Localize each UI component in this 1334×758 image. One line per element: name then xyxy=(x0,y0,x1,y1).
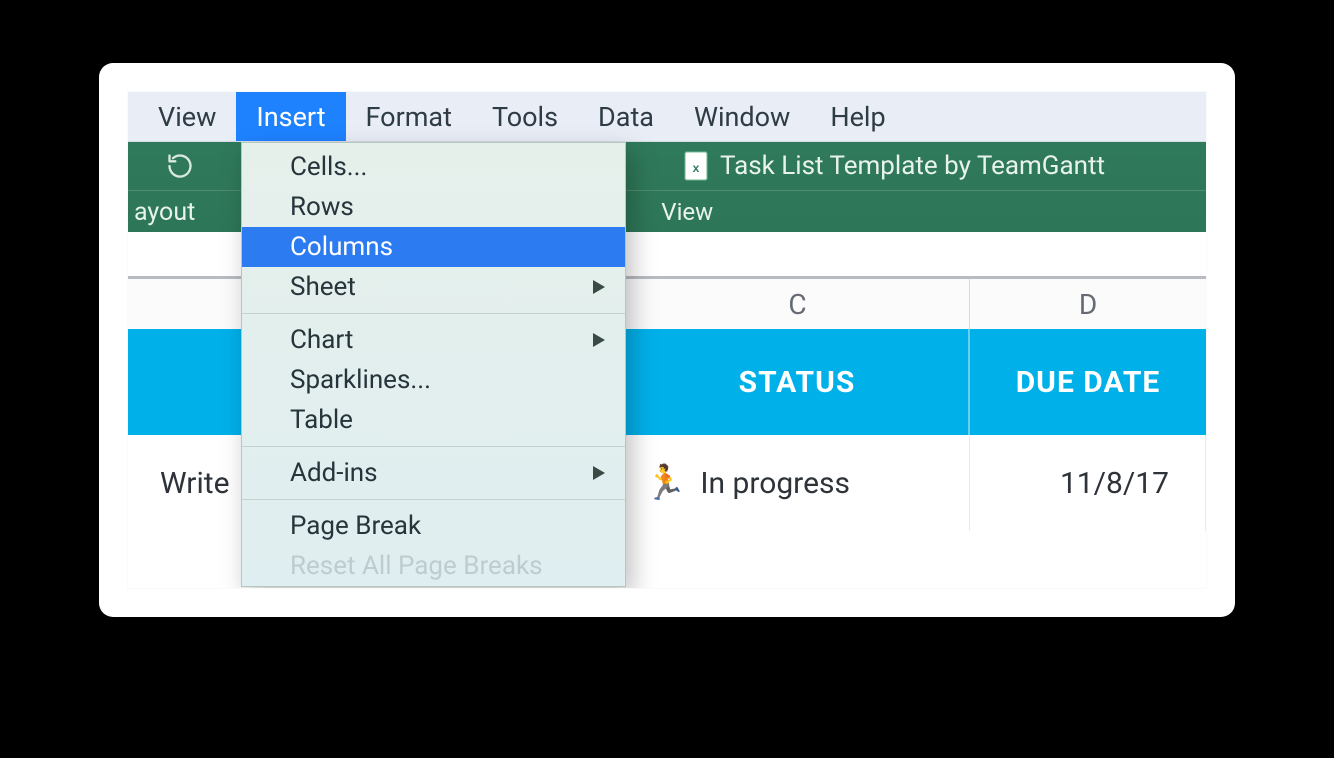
table-header-status: STATUS xyxy=(626,329,970,435)
ribbon-view-tab[interactable]: View xyxy=(661,198,713,226)
menu-item-addins[interactable]: Add-ins xyxy=(242,453,625,493)
menu-data[interactable]: Data xyxy=(578,92,674,141)
menu-separator xyxy=(242,446,625,447)
menu-separator xyxy=(242,499,625,500)
menu-view[interactable]: View xyxy=(138,92,236,141)
column-header-c[interactable]: C xyxy=(626,279,970,329)
document-title-text: Task List Template by TeamGantt xyxy=(720,151,1105,181)
menu-separator xyxy=(242,313,625,314)
menubar: View Insert Format Tools Data Window Hel… xyxy=(128,92,1206,142)
menu-format[interactable]: Format xyxy=(346,92,472,141)
menu-item-chart[interactable]: Chart xyxy=(242,320,625,360)
menu-window[interactable]: Window xyxy=(674,92,810,141)
menu-item-reset-page-breaks[interactable]: Reset All Page Breaks xyxy=(242,546,625,586)
undo-icon[interactable] xyxy=(162,148,198,184)
table-header-due: DUE DATE xyxy=(970,329,1206,435)
document-title: x Task List Template by TeamGantt xyxy=(684,151,1105,181)
menu-item-sheet[interactable]: Sheet xyxy=(242,267,625,307)
menu-help[interactable]: Help xyxy=(810,92,905,141)
status-text: In progress xyxy=(700,466,850,501)
menu-item-cells[interactable]: Cells... xyxy=(242,147,625,187)
submenu-arrow-icon xyxy=(593,280,605,294)
menu-tools[interactable]: Tools xyxy=(472,92,578,141)
cell-due-date[interactable]: 11/8/17 xyxy=(970,435,1206,531)
menu-item-rows[interactable]: Rows xyxy=(242,187,625,227)
menu-item-columns[interactable]: Columns xyxy=(242,227,625,267)
menu-item-page-break[interactable]: Page Break xyxy=(242,506,625,546)
submenu-arrow-icon xyxy=(593,466,605,480)
menu-item-sparklines[interactable]: Sparklines... xyxy=(242,360,625,400)
excel-file-icon: x xyxy=(684,151,708,181)
cell-status[interactable]: 🏃 In progress xyxy=(626,435,970,531)
column-header-d[interactable]: D xyxy=(970,279,1206,329)
svg-text:x: x xyxy=(693,161,700,175)
ribbon-layout-label[interactable]: ayout xyxy=(134,198,195,227)
menu-item-table[interactable]: Table xyxy=(242,400,625,440)
submenu-arrow-icon xyxy=(593,333,605,347)
insert-dropdown: Cells... Rows Columns Sheet Chart Sparkl… xyxy=(241,142,626,587)
runner-icon: 🏃 xyxy=(644,466,686,500)
menu-insert[interactable]: Insert xyxy=(236,92,345,141)
